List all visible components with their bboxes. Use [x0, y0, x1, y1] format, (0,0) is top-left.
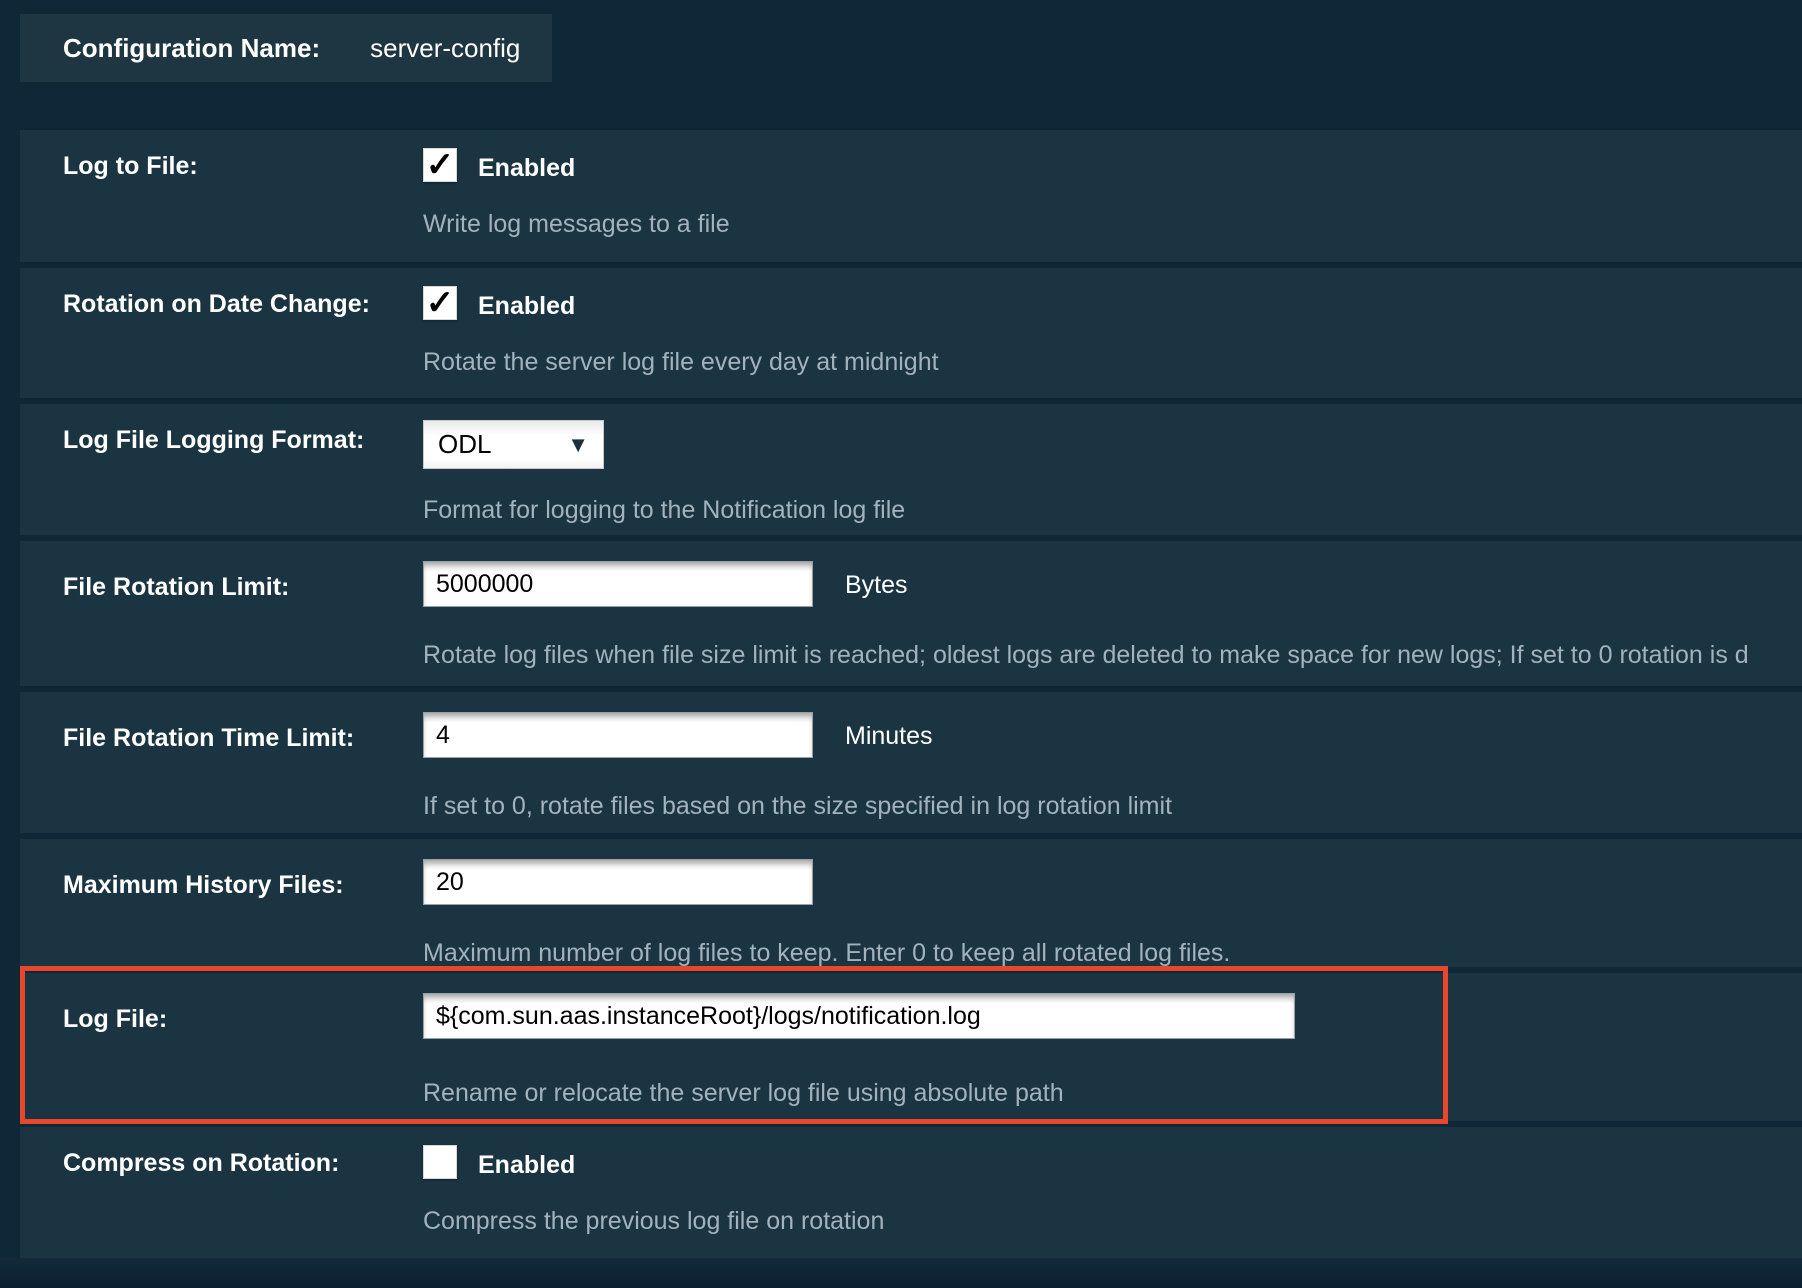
row-log-file: Log File: Rename or relocate the server …	[20, 973, 1802, 1121]
rotation-on-date-change-enabled-label: Enabled	[478, 292, 575, 321]
row-maximum-history-files: Maximum History Files: Maximum number of…	[20, 839, 1802, 967]
log-file-help-text: Rename or relocate the server log file u…	[423, 1079, 1064, 1108]
configuration-name-bar: Configuration Name: server-config	[20, 14, 552, 82]
file-rotation-time-limit-unit-label: Minutes	[845, 722, 933, 751]
log-to-file-label: Log to File:	[63, 152, 198, 181]
compress-on-rotation-label: Compress on Rotation:	[63, 1149, 339, 1178]
compress-on-rotation-help-text: Compress the previous log file on rotati…	[423, 1207, 884, 1236]
log-to-file-help-text: Write log messages to a file	[423, 210, 730, 239]
file-rotation-time-limit-help-text: If set to 0, rotate files based on the s…	[423, 792, 1172, 821]
file-rotation-limit-input[interactable]	[423, 561, 813, 607]
rotation-on-date-change-help-text: Rotate the server log file every day at …	[423, 348, 939, 377]
log-file-logging-format-label: Log File Logging Format:	[63, 426, 364, 455]
row-rotation-on-date-change: Rotation on Date Change: ✓ Enabled Rotat…	[20, 268, 1802, 398]
row-log-file-logging-format: Log File Logging Format: ODL ▼ Format fo…	[20, 404, 1802, 535]
rotation-on-date-change-label: Rotation on Date Change:	[63, 290, 370, 319]
checkmark-icon: ✓	[426, 284, 455, 322]
rotation-on-date-change-checkbox[interactable]: ✓	[423, 286, 457, 320]
compress-on-rotation-enabled-label: Enabled	[478, 1151, 575, 1180]
log-file-label: Log File:	[63, 1005, 167, 1034]
maximum-history-files-label: Maximum History Files:	[63, 871, 344, 900]
file-rotation-limit-help-text: Rotate log files when file size limit is…	[423, 641, 1749, 670]
row-log-to-file: Log to File: ✓ Enabled Write log message…	[20, 130, 1802, 262]
settings-rows: Log to File: ✓ Enabled Write log message…	[20, 130, 1802, 1264]
compress-on-rotation-checkbox[interactable]	[423, 1145, 457, 1179]
log-format-select[interactable]: ODL ▼	[423, 420, 604, 469]
log-format-selected-value: ODL	[438, 429, 567, 460]
log-file-input[interactable]	[423, 993, 1295, 1039]
row-file-rotation-limit: File Rotation Limit: Bytes Rotate log fi…	[20, 541, 1802, 686]
maximum-history-files-input[interactable]	[423, 859, 813, 905]
chevron-down-icon: ▼	[567, 432, 589, 458]
log-to-file-enabled-label: Enabled	[478, 154, 575, 183]
file-rotation-limit-unit-label: Bytes	[845, 571, 908, 600]
log-file-logging-format-help-text: Format for logging to the Notification l…	[423, 496, 905, 525]
row-compress-on-rotation: Compress on Rotation: Enabled Compress t…	[20, 1127, 1802, 1258]
file-rotation-time-limit-label: File Rotation Time Limit:	[63, 724, 354, 753]
file-rotation-limit-label: File Rotation Limit:	[63, 573, 289, 602]
file-rotation-time-limit-input[interactable]	[423, 712, 813, 758]
configuration-name-value: server-config	[370, 33, 520, 64]
configuration-name-label: Configuration Name:	[63, 33, 320, 64]
log-to-file-checkbox[interactable]: ✓	[423, 148, 457, 182]
checkmark-icon: ✓	[426, 146, 455, 184]
maximum-history-files-help-text: Maximum number of log files to keep. Ent…	[423, 939, 1230, 968]
row-file-rotation-time-limit: File Rotation Time Limit: Minutes If set…	[20, 692, 1802, 833]
page-footer-background	[0, 1258, 1802, 1288]
